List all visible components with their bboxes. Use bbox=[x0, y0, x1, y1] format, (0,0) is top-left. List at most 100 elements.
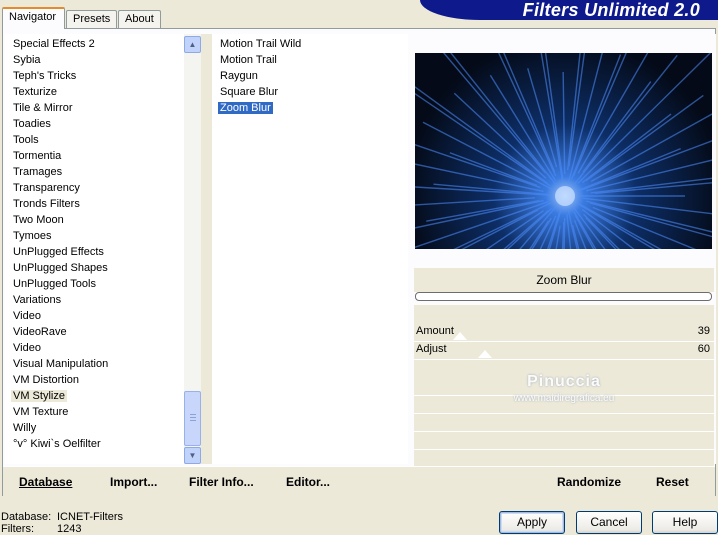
grip-line bbox=[190, 414, 196, 415]
grip-line bbox=[190, 417, 196, 418]
category-item[interactable]: Teph's Tricks bbox=[13, 68, 76, 84]
status-database-value: ICNET-Filters bbox=[57, 511, 123, 523]
chevron-down-icon: ▼ bbox=[188, 451, 197, 460]
import-button[interactable]: Import... bbox=[110, 475, 157, 489]
param-label: Adjust bbox=[416, 343, 447, 355]
category-item[interactable]: Sybia bbox=[13, 52, 41, 68]
category-item[interactable]: Toadies bbox=[13, 116, 51, 132]
scroll-thumb[interactable] bbox=[184, 391, 201, 446]
category-item[interactable]: VM Texture bbox=[13, 404, 68, 420]
category-item-label: Two Moon bbox=[13, 214, 64, 226]
category-item-label: VM Distortion bbox=[13, 374, 80, 386]
filter-item[interactable]: Zoom Blur bbox=[218, 100, 273, 116]
help-button[interactable]: Help bbox=[652, 511, 718, 534]
category-item-label: Tile & Mirror bbox=[13, 102, 73, 114]
filter-item[interactable]: Motion Trail Wild bbox=[220, 36, 301, 52]
category-item-label: VideoRave bbox=[13, 326, 67, 338]
category-item[interactable]: Tools bbox=[13, 132, 39, 148]
grip-line bbox=[190, 420, 196, 421]
category-item-label: Tools bbox=[13, 134, 39, 146]
category-item-label: VM Texture bbox=[13, 406, 69, 418]
category-item[interactable]: Video bbox=[13, 340, 41, 356]
watermark-name: Pinuccia bbox=[527, 373, 601, 390]
filter-item-label: Motion Trail Wild bbox=[220, 38, 302, 50]
category-item-label: Video bbox=[13, 342, 41, 354]
randomize-button[interactable]: Randomize bbox=[557, 475, 621, 489]
category-item[interactable]: Texturize bbox=[13, 84, 57, 100]
param-row-adjust[interactable]: Adjust 60 bbox=[414, 341, 714, 360]
category-item[interactable]: Tormentia bbox=[13, 148, 61, 164]
slider-marker[interactable] bbox=[453, 332, 467, 340]
param-label: Amount bbox=[416, 325, 454, 337]
slider-marker[interactable] bbox=[478, 350, 492, 358]
category-item[interactable]: UnPlugged Shapes bbox=[13, 260, 108, 276]
category-item-label: UnPlugged Shapes bbox=[13, 262, 108, 274]
scroll-up-button[interactable]: ▲ bbox=[184, 36, 201, 53]
tab-presets[interactable]: Presets bbox=[66, 10, 117, 28]
category-item[interactable]: Transparency bbox=[13, 180, 80, 196]
database-label: Database bbox=[19, 475, 73, 489]
cancel-button[interactable]: Cancel bbox=[576, 511, 642, 534]
category-item[interactable]: UnPlugged Tools bbox=[13, 276, 96, 292]
filter-item-label: Raygun bbox=[220, 70, 258, 82]
status-filters-label: Filters: bbox=[1, 523, 34, 535]
category-item[interactable]: VM Stylize bbox=[11, 388, 67, 404]
category-item[interactable]: Two Moon bbox=[13, 212, 64, 228]
category-item-label: Tymoes bbox=[13, 230, 52, 242]
scroll-down-button[interactable]: ▼ bbox=[184, 447, 201, 464]
category-item[interactable]: Variations bbox=[13, 292, 61, 308]
category-item-label: °v° Kiwi`s Oelfilter bbox=[13, 438, 101, 450]
tab-navigator[interactable]: Navigator bbox=[2, 7, 65, 29]
category-list[interactable]: Special Effects 2 Sybia Teph's Tricks Textu… bbox=[5, 34, 185, 464]
status-database-label: Database: bbox=[1, 511, 52, 523]
tab-about-label: About bbox=[125, 13, 154, 25]
category-item[interactable]: Tile & Mirror bbox=[13, 100, 72, 116]
category-item-label: Variations bbox=[13, 294, 62, 306]
category-item[interactable]: Willy bbox=[13, 420, 36, 436]
category-scrollbar[interactable]: ▲ ▼ bbox=[184, 34, 201, 464]
category-item-label: Special Effects 2 bbox=[13, 38, 95, 50]
category-item[interactable]: Visual Manipulation bbox=[13, 356, 108, 372]
category-item-label: UnPlugged Tools bbox=[13, 278, 96, 290]
panel-gap bbox=[201, 34, 212, 464]
apply-button[interactable]: Apply bbox=[499, 511, 565, 534]
banner-title: Filters Unlimited 2.0 bbox=[522, 0, 700, 20]
tab-about[interactable]: About bbox=[118, 10, 161, 28]
category-item[interactable]: Tramages bbox=[13, 164, 62, 180]
reset-button[interactable]: Reset bbox=[656, 475, 689, 489]
chevron-up-icon: ▲ bbox=[188, 40, 197, 49]
category-item[interactable]: Special Effects 2 bbox=[13, 36, 95, 52]
category-item[interactable]: VM Distortion bbox=[13, 372, 79, 388]
category-item[interactable]: Video bbox=[13, 308, 41, 324]
category-item-label: VM Stylize bbox=[11, 390, 67, 402]
editor-button[interactable]: Editor... bbox=[286, 475, 330, 489]
filter-item[interactable]: Square Blur bbox=[220, 84, 278, 100]
param-value: 60 bbox=[697, 343, 710, 355]
category-item-label: UnPlugged Effects bbox=[13, 246, 104, 258]
watermark-url: www.maidiregrafica.eu bbox=[513, 393, 615, 404]
category-item[interactable]: Tronds Filters bbox=[13, 196, 80, 212]
filter-item-label: Motion Trail bbox=[220, 54, 277, 66]
empty-param-row bbox=[414, 413, 714, 432]
database-button[interactable]: Database bbox=[19, 475, 72, 489]
category-item-label: Toadies bbox=[13, 118, 51, 130]
filter-item[interactable]: Raygun bbox=[220, 68, 258, 84]
category-item[interactable]: Tymoes bbox=[13, 228, 52, 244]
filter-list[interactable]: Motion Trail Wild Motion Trail Raygun Squar… bbox=[212, 34, 408, 464]
filter-info-button[interactable]: Filter Info... bbox=[189, 475, 254, 489]
param-row-amount[interactable]: Amount 39 bbox=[414, 323, 714, 342]
tab-presets-label: Presets bbox=[73, 13, 111, 25]
title-banner: Filters Unlimited 2.0 bbox=[420, 0, 718, 20]
category-item[interactable]: VideoRave bbox=[13, 324, 67, 340]
category-item-label: Willy bbox=[13, 422, 37, 434]
category-item-label: Texturize bbox=[13, 86, 58, 98]
category-item-label: Video bbox=[13, 310, 41, 322]
preview-filter-name: Zoom Blur bbox=[536, 273, 592, 287]
progress-bar bbox=[415, 292, 712, 301]
category-item-label: Visual Manipulation bbox=[13, 358, 109, 370]
filter-item[interactable]: Motion Trail bbox=[220, 52, 277, 68]
category-item[interactable]: UnPlugged Effects bbox=[13, 244, 104, 260]
category-item[interactable]: °v° Kiwi`s Oelfilter bbox=[13, 436, 101, 452]
category-item-label: Sybia bbox=[13, 54, 41, 66]
category-item-label: Tronds Filters bbox=[13, 198, 80, 210]
